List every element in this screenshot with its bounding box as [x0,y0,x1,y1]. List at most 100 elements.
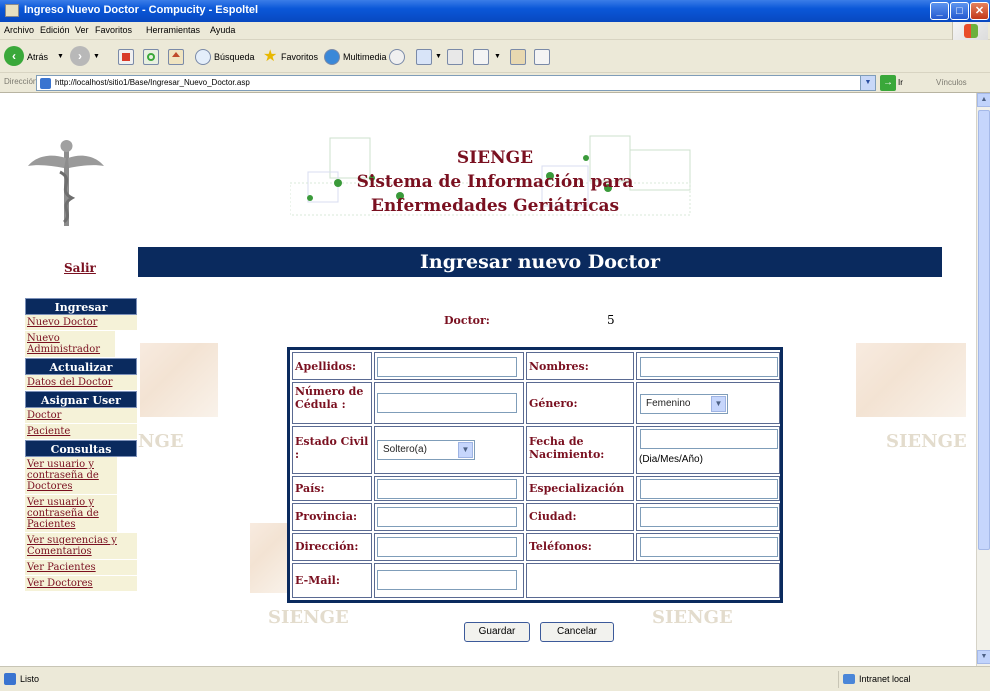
sidebar: Ingresar Nuevo Doctor Nuevo Administrado… [25,298,137,592]
email-label: E-Mail: [295,574,340,587]
scroll-thumb[interactable] [978,110,990,550]
print-icon[interactable] [447,49,463,65]
nombres-input[interactable] [640,357,778,377]
sidebar-item-ver-sugerencias[interactable]: Ver sugerencias y Comentarios [25,533,137,560]
back-arrow-icon[interactable]: ‹ [4,46,24,66]
direccion-input-cell [374,533,524,561]
edit-dropdown-icon[interactable]: ▼ [494,46,501,68]
apellidos-input[interactable] [377,357,517,377]
telefonos-label: Teléfonos: [529,540,592,553]
favorites-button-label[interactable]: Favoritos [281,46,318,68]
sidebar-item-ver-usuario-doctores[interactable]: Ver usuario y contraseña de Doctores [25,457,117,495]
menu-ayuda[interactable]: Ayuda [210,25,235,35]
edit-icon[interactable] [473,49,489,65]
background-photo-bottom-left [250,523,290,593]
search-button-label[interactable]: Búsqueda [214,46,255,68]
stop-icon[interactable] [118,49,134,65]
menu-ver[interactable]: Ver [75,25,89,35]
close-button[interactable]: ✕ [970,2,989,20]
go-arrow-icon[interactable]: → [880,75,896,91]
pais-input[interactable] [377,479,517,499]
menu-archivo[interactable]: Archivo [4,25,34,35]
forward-arrow-icon[interactable]: › [70,46,90,66]
minimize-button[interactable]: _ [930,2,949,20]
go-button-label[interactable]: Ir [898,78,903,87]
empty-cell [526,563,780,598]
window-title: Ingreso Nuevo Doctor - Compucity - Espol… [24,4,259,16]
estado-civil-selected-value: Soltero(a) [383,444,427,455]
guardar-button[interactable]: Guardar [464,622,530,642]
multimedia-button-label[interactable]: Multimedia [343,46,387,68]
genero-select[interactable]: Femenino ▼ [640,394,728,414]
sidebar-section-asignar-user: Asignar User [25,391,137,408]
estado-civil-select[interactable]: Soltero(a) ▼ [377,440,475,460]
chevron-down-icon[interactable]: ▼ [711,396,726,412]
salir-link[interactable]: Salir [64,261,96,275]
search-icon[interactable] [195,49,211,65]
status-text: Listo [20,674,40,684]
menu-edicion[interactable]: Edición [40,25,70,35]
sidebar-item-ver-pacientes[interactable]: Ver Pacientes [25,560,137,576]
chevron-down-icon[interactable]: ▼ [458,442,473,458]
history-icon[interactable] [389,49,405,65]
doctor-form: Apellidos: Nombres: Número de Cédula : G… [287,347,783,603]
provincia-input[interactable] [377,507,517,527]
background-watermark-left: NGE [138,431,184,452]
maximize-button[interactable]: □ [950,2,969,20]
links-label[interactable]: Vínculos [936,78,967,87]
back-button-label[interactable]: Atrás [27,46,48,68]
back-dropdown-icon[interactable]: ▼ [57,46,64,68]
cedula-input[interactable] [377,393,517,413]
especializacion-label-cell: Especialización [526,476,634,501]
fecha-nacimiento-input[interactable] [640,429,778,449]
nombres-label: Nombres: [529,360,589,373]
doctor-label: Doctor: [444,314,490,327]
sidebar-item-nuevo-administrador[interactable]: Nuevo Administrador [25,331,115,358]
ie-page-icon [5,4,19,17]
ciudad-input[interactable] [640,507,778,527]
address-url[interactable]: http://localhost/sitio1/Base/Ingresar_Nu… [55,78,250,87]
discuss-icon[interactable] [510,49,526,65]
provincia-label: Provincia: [295,510,358,523]
refresh-icon[interactable] [143,49,159,65]
sidebar-item-datos-doctor[interactable]: Datos del Doctor [25,375,137,391]
scroll-up-icon[interactable]: ▲ [977,93,990,107]
vertical-scrollbar[interactable]: ▲ ▼ [976,93,990,666]
telefonos-label-cell: Teléfonos: [526,533,634,561]
apellidos-label: Apellidos: [295,360,357,373]
sidebar-item-doctor[interactable]: Doctor [25,408,137,424]
sidebar-item-paciente[interactable]: Paciente [25,424,137,440]
mail-dropdown-icon[interactable]: ▼ [435,46,442,68]
fecha-label-cell: Fecha de Nacimiento: [526,426,634,474]
fecha-format-hint: (Dia/Mes/Año) [639,454,703,465]
menu-herramientas[interactable]: Herramientas [146,25,200,35]
email-input[interactable] [377,570,517,590]
status-bar: Listo Intranet local [0,666,990,691]
scroll-down-icon[interactable]: ▼ [977,650,990,664]
provincia-label-cell: Provincia: [292,503,372,531]
sidebar-section-actualizar: Actualizar [25,358,137,375]
home-icon[interactable] [168,49,184,65]
mail-icon[interactable] [416,49,432,65]
address-input[interactable]: http://localhost/sitio1/Base/Ingresar_Nu… [36,75,876,91]
background-photo-right [856,343,966,417]
messenger-icon[interactable] [534,49,550,65]
cedula-input-cell [374,382,524,424]
apellidos-label-cell: Apellidos: [292,352,372,380]
sidebar-item-nuevo-doctor[interactable]: Nuevo Doctor [25,315,137,331]
direccion-input[interactable] [377,537,517,557]
title-bar: Ingreso Nuevo Doctor - Compucity - Espol… [0,0,990,22]
address-dropdown-icon[interactable]: ▼ [860,76,875,90]
provincia-input-cell [374,503,524,531]
favorites-star-icon[interactable]: ★ [263,46,277,68]
menu-favoritos[interactable]: Favoritos [95,25,132,35]
pais-input-cell [374,476,524,501]
telefonos-input[interactable] [640,537,778,557]
forward-dropdown-icon[interactable]: ▼ [93,46,100,68]
sidebar-item-ver-doctores[interactable]: Ver Doctores [25,576,137,592]
doctor-value: 5 [607,313,615,327]
sidebar-item-ver-usuario-pacientes[interactable]: Ver usuario y contraseña de Pacientes [25,495,117,533]
cancelar-button[interactable]: Cancelar [540,622,614,642]
multimedia-icon[interactable] [324,49,340,65]
especializacion-input[interactable] [640,479,778,499]
